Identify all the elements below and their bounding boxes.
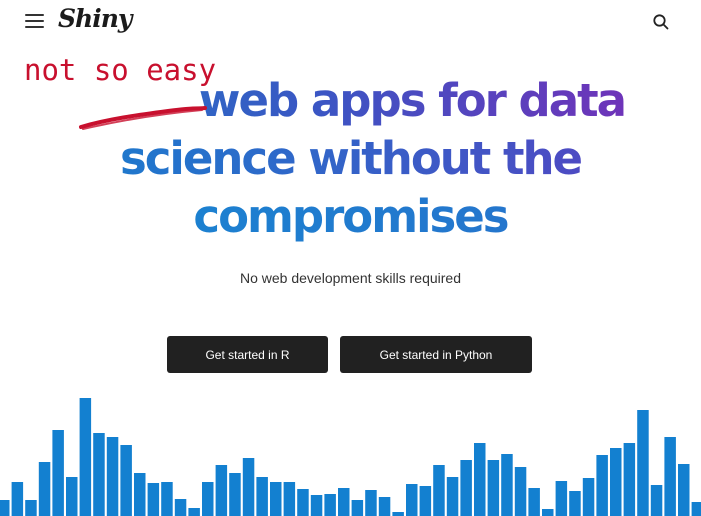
hamburger-line: [25, 14, 44, 16]
hero-subtitle: No web development skills required: [240, 270, 461, 286]
decorative-bar: [460, 460, 472, 516]
decorative-bar: [582, 478, 595, 516]
decorative-bar: [338, 488, 350, 516]
decorative-bar: [678, 464, 690, 516]
decorative-bar: [474, 443, 486, 516]
decorative-bar: [514, 467, 527, 516]
decorative-bar: [555, 481, 568, 516]
decorative-bar: [161, 482, 173, 516]
decorative-bar: [324, 494, 336, 516]
decorative-bar: [202, 482, 214, 516]
decorative-bar: [215, 465, 228, 516]
hamburger-line: [25, 20, 44, 22]
decorative-bar: [650, 485, 663, 516]
decorative-bar: [664, 437, 676, 516]
decorative-bar: [188, 508, 200, 516]
decorative-bar: [93, 433, 105, 516]
decorative-bar: [52, 430, 64, 516]
decorative-bar: [419, 486, 432, 516]
decorative-bar: [297, 489, 309, 516]
hero-line-2: science without the: [0, 130, 701, 188]
decorative-bar-graphic: [0, 398, 701, 516]
decorative-bar: [569, 491, 581, 516]
decorative-bar: [120, 445, 132, 516]
get-started-python-button[interactable]: Get started in Python: [340, 336, 532, 373]
shiny-logo[interactable]: Shiny: [58, 4, 132, 33]
decorative-bar: [283, 482, 296, 516]
decorative-bar: [229, 473, 241, 516]
handwritten-annotation: not so easy: [24, 53, 216, 87]
decorative-bar: [487, 460, 500, 516]
hero-line-1-rest: web apps for data: [185, 74, 625, 127]
decorative-bar: [256, 477, 268, 516]
decorative-bar: [610, 448, 622, 516]
decorative-bar: [25, 500, 37, 516]
decorative-bar: [378, 497, 391, 516]
decorative-bar: [528, 488, 540, 516]
decorative-bar: [242, 458, 255, 516]
annotation-text: not so easy: [24, 53, 216, 87]
decorative-bar: [310, 495, 323, 516]
hamburger-line: [25, 26, 44, 28]
hero-line-3: compromises: [0, 188, 701, 246]
decorative-bar: [134, 473, 146, 516]
decorative-bar: [11, 482, 24, 516]
decorative-bar: [174, 499, 187, 516]
decorative-bar: [79, 398, 92, 516]
decorative-bar: [542, 509, 554, 516]
decorative-bar: [365, 490, 377, 516]
handwritten-strikethrough: [79, 106, 207, 130]
decorative-bar: [406, 484, 418, 516]
decorative-bar: [691, 502, 701, 516]
decorative-bar: [623, 443, 636, 516]
decorative-bar: [433, 465, 445, 516]
decorative-bar: [66, 477, 78, 516]
decorative-bar: [270, 482, 282, 516]
decorative-bar: [0, 500, 10, 516]
hamburger-menu-icon[interactable]: [25, 12, 45, 30]
decorative-bar: [637, 410, 649, 516]
top-navbar: Shiny: [0, 0, 701, 44]
search-icon[interactable]: [652, 13, 670, 31]
decorative-bar: [596, 455, 608, 516]
decorative-bar: [392, 512, 404, 516]
decorative-bar: [147, 483, 160, 516]
decorative-bar: [501, 454, 513, 516]
get-started-r-button[interactable]: Get started in R: [167, 336, 328, 373]
hero-heading: Easy web apps for data science without t…: [0, 72, 701, 246]
decorative-bar: [351, 500, 364, 516]
decorative-bar: [38, 462, 51, 516]
decorative-bar: [446, 477, 459, 516]
decorative-bar: [106, 437, 119, 516]
